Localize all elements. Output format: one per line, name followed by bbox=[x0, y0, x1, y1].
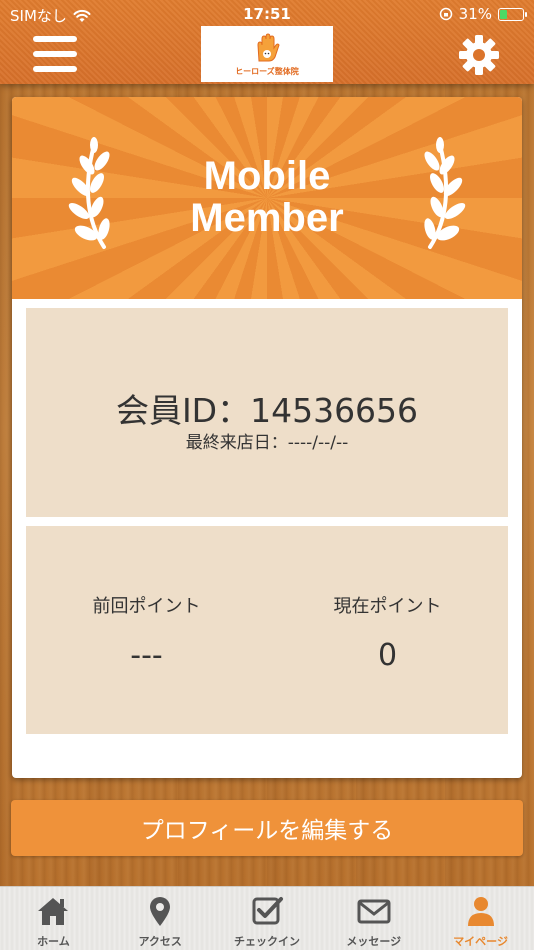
previous-points: 前回ポイント --- bbox=[26, 592, 267, 673]
member-id: 会員ID：14536656 bbox=[115, 391, 419, 430]
tab-checkin-label: チェックイン bbox=[233, 935, 300, 948]
laurel-right-icon bbox=[424, 137, 466, 249]
tab-mypage-label: マイページ bbox=[453, 935, 508, 948]
mobile-member-banner: Mobile Member bbox=[12, 97, 522, 299]
tab-message-label: メッセージ bbox=[346, 935, 402, 948]
battery-percent: 31% bbox=[458, 5, 492, 23]
points-panel: 前回ポイント --- 現在ポイント 0 bbox=[26, 526, 508, 734]
tab-home-label: ホーム bbox=[37, 935, 70, 948]
app-header: SIMなし 17:51 31% ヒーローズ整体院 bbox=[0, 0, 534, 84]
user-icon bbox=[467, 897, 494, 926]
previous-points-value: --- bbox=[130, 638, 163, 673]
tab-checkin[interactable]: チェックイン bbox=[214, 887, 321, 950]
battery-icon bbox=[498, 7, 527, 21]
logo-text: ヒーローズ整体院 bbox=[235, 67, 299, 76]
current-points-value: 0 bbox=[377, 638, 398, 673]
last-visit-date: 最終来店日：----/--/-- bbox=[185, 433, 349, 453]
orientation-lock-icon bbox=[439, 7, 452, 21]
clinic-logo: ヒーローズ整体院 bbox=[201, 26, 333, 82]
tab-mypage[interactable]: マイページ bbox=[427, 887, 534, 950]
map-pin-icon bbox=[150, 897, 171, 926]
checkin-icon bbox=[252, 897, 283, 925]
hamburger-menu-button[interactable] bbox=[33, 36, 77, 72]
member-card: Mobile Member 会員ID：14536656 最終来店日：----/-… bbox=[12, 97, 522, 778]
edit-profile-button[interactable]: プロフィールを編集する bbox=[11, 800, 523, 856]
gear-icon bbox=[459, 35, 499, 75]
tab-home[interactable]: ホーム bbox=[0, 887, 107, 950]
previous-points-label: 前回ポイント bbox=[92, 596, 201, 617]
tab-message[interactable]: メッセージ bbox=[320, 887, 427, 950]
hero-hand-logo-icon bbox=[257, 33, 280, 62]
tab-access[interactable]: アクセス bbox=[107, 887, 214, 950]
home-icon bbox=[38, 898, 69, 925]
current-points-label: 現在ポイント bbox=[333, 596, 442, 617]
current-points: 現在ポイント 0 bbox=[267, 592, 508, 673]
member-id-panel: 会員ID：14536656 最終来店日：----/--/-- bbox=[26, 308, 508, 517]
settings-button[interactable] bbox=[457, 33, 501, 77]
status-right: 31% bbox=[439, 5, 527, 23]
bottom-tab-bar: ホーム アクセス チェックイン メッセージ マイページ bbox=[0, 886, 534, 950]
status-bar: SIMなし 17:51 31% bbox=[0, 0, 534, 28]
tab-access-label: アクセス bbox=[138, 935, 182, 948]
mail-icon bbox=[357, 899, 391, 924]
